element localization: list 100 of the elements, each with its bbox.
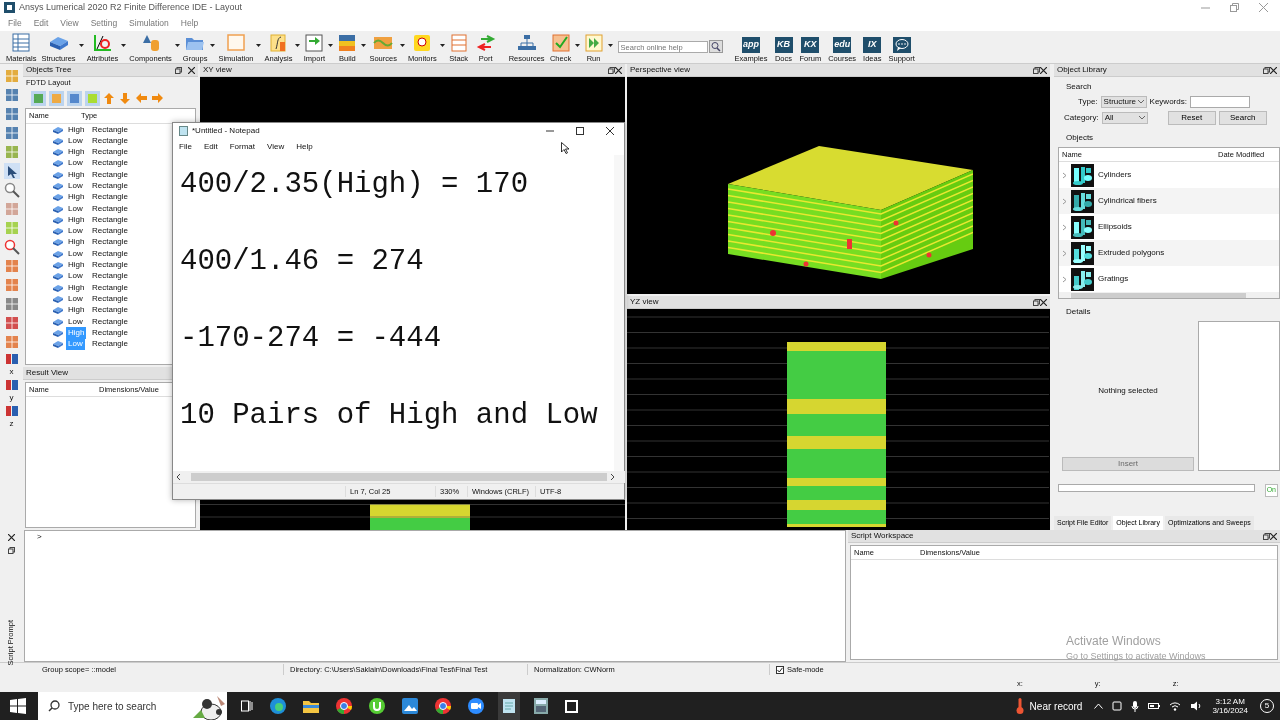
tree-item[interactable]: Low — [66, 202, 85, 215]
float-icon[interactable] — [7, 547, 15, 554]
battery-icon[interactable] — [1148, 702, 1161, 710]
search-icon[interactable] — [708, 40, 723, 53]
close-icon[interactable] — [7, 534, 15, 541]
chrome-icon[interactable] — [435, 698, 451, 714]
menu-item[interactable]: Simulation — [129, 16, 169, 30]
zoom-icon[interactable] — [3, 182, 20, 198]
browser-icon[interactable] — [270, 698, 286, 714]
video-call-icon[interactable] — [468, 698, 484, 714]
tree-item[interactable]: Low — [66, 292, 85, 305]
axis-label[interactable]: z — [9, 420, 14, 428]
caret-icon[interactable] — [121, 43, 127, 48]
close-icon[interactable] — [1270, 66, 1277, 74]
tree-tool-icon[interactable] — [67, 90, 82, 106]
close-icon[interactable] — [188, 66, 195, 74]
tree-item[interactable]: High — [66, 281, 87, 294]
library-row[interactable]: Extruded polygons — [1059, 240, 1279, 267]
close-icon[interactable] — [1270, 532, 1277, 540]
close-icon[interactable] — [606, 126, 614, 135]
close-icon[interactable] — [1040, 66, 1047, 74]
menu-item[interactable]: Edit — [203, 140, 218, 153]
float-icon[interactable] — [608, 66, 615, 74]
axis-label[interactable]: y — [9, 394, 14, 402]
tablet-icon[interactable] — [1112, 701, 1123, 711]
float-icon[interactable] — [1263, 532, 1270, 540]
menu-item[interactable]: View — [267, 140, 285, 153]
caret-icon[interactable] — [399, 43, 405, 48]
zoom-target-icon[interactable] — [3, 239, 20, 255]
horizontal-scrollbar[interactable] — [173, 471, 625, 484]
library-button[interactable]: Reset — [1167, 111, 1216, 125]
library-button[interactable]: Search — [1218, 111, 1267, 125]
category-dropdown[interactable]: All — [1101, 112, 1148, 124]
tree-item[interactable]: High — [66, 168, 87, 181]
menu-item[interactable]: Setting — [90, 16, 118, 30]
tree-item[interactable]: Low — [66, 270, 85, 283]
caret-icon[interactable] — [78, 43, 84, 48]
tree-item[interactable]: High — [66, 236, 87, 249]
axis-label[interactable]: x — [9, 368, 14, 376]
speaker-icon[interactable] — [1190, 701, 1203, 711]
keywords-field[interactable] — [1189, 96, 1250, 108]
chevron-up-icon[interactable] — [1094, 703, 1104, 709]
caret-icon[interactable] — [295, 43, 301, 48]
notepad-icon[interactable] — [498, 692, 520, 720]
view-bars-icon[interactable] — [4, 379, 19, 391]
menu-item[interactable]: Edit — [33, 16, 49, 30]
taskbar-search-field[interactable]: Type here to search — [38, 692, 193, 720]
float-icon[interactable] — [1033, 298, 1040, 306]
menu-item[interactable]: View — [60, 16, 79, 30]
menu-item[interactable]: File — [8, 16, 22, 30]
wifi-icon[interactable] — [1169, 701, 1182, 711]
menu-item[interactable]: Format — [229, 140, 256, 153]
tree-item[interactable]: Low — [66, 247, 85, 260]
caret-icon[interactable] — [256, 43, 262, 48]
caret-icon[interactable] — [439, 43, 445, 48]
clock-date[interactable]: 3/16/2024 — [1212, 706, 1248, 716]
tree-item[interactable]: Low — [66, 225, 85, 238]
chevron-icon[interactable] — [1062, 275, 1067, 283]
type-dropdown[interactable]: Structure — [1100, 96, 1147, 108]
photos-icon[interactable] — [402, 698, 418, 714]
folder-icon[interactable] — [303, 699, 319, 713]
tree-tool-icon[interactable] — [31, 90, 46, 106]
maximize-icon[interactable] — [576, 126, 584, 135]
app-window-icon[interactable] — [565, 699, 578, 713]
tree-item[interactable]: Low — [66, 180, 85, 192]
caret-icon[interactable] — [328, 43, 334, 48]
menu-item[interactable]: File — [179, 140, 192, 153]
tree-item[interactable]: High — [66, 123, 87, 136]
tree-item[interactable]: Low — [66, 134, 85, 147]
task-view-icon[interactable] — [241, 700, 253, 712]
menu-item[interactable]: Help — [180, 16, 199, 30]
caret-icon[interactable] — [607, 43, 613, 48]
float-icon[interactable] — [175, 66, 182, 74]
microphone-icon[interactable] — [1131, 700, 1140, 712]
caret-icon[interactable] — [174, 43, 180, 48]
library-row[interactable]: Cylindrical fibers — [1059, 188, 1279, 215]
thermometer-icon[interactable] — [1015, 698, 1024, 714]
menu-item[interactable]: Help — [296, 140, 313, 153]
torrent-icon[interactable] — [369, 698, 385, 714]
tree-item[interactable]: High — [66, 259, 87, 272]
clock-time[interactable]: 3:12 AM — [1215, 696, 1245, 706]
tree-item[interactable]: Low — [66, 315, 85, 328]
caret-icon[interactable] — [210, 43, 216, 48]
float-icon[interactable] — [1033, 66, 1040, 74]
tree-item[interactable]: High — [66, 304, 87, 317]
view-bars-icon[interactable] — [4, 353, 19, 365]
tree-item[interactable]: High — [66, 191, 87, 204]
chevron-icon[interactable] — [1062, 223, 1067, 231]
restore-icon[interactable] — [1230, 3, 1239, 12]
script-prompt-field[interactable]: > — [24, 530, 846, 662]
chrome-icon[interactable] — [336, 698, 352, 714]
tree-item[interactable]: High — [66, 146, 87, 159]
view-bars-icon[interactable] — [4, 405, 19, 417]
caret-icon[interactable] — [361, 43, 367, 48]
close-icon[interactable] — [1040, 298, 1047, 306]
chevron-icon[interactable] — [1062, 171, 1067, 179]
pointer-icon[interactable] — [3, 163, 20, 179]
tree-item[interactable]: Low — [66, 157, 85, 170]
weather-text[interactable]: Near record — [1029, 698, 1083, 714]
float-icon[interactable] — [1263, 66, 1270, 74]
